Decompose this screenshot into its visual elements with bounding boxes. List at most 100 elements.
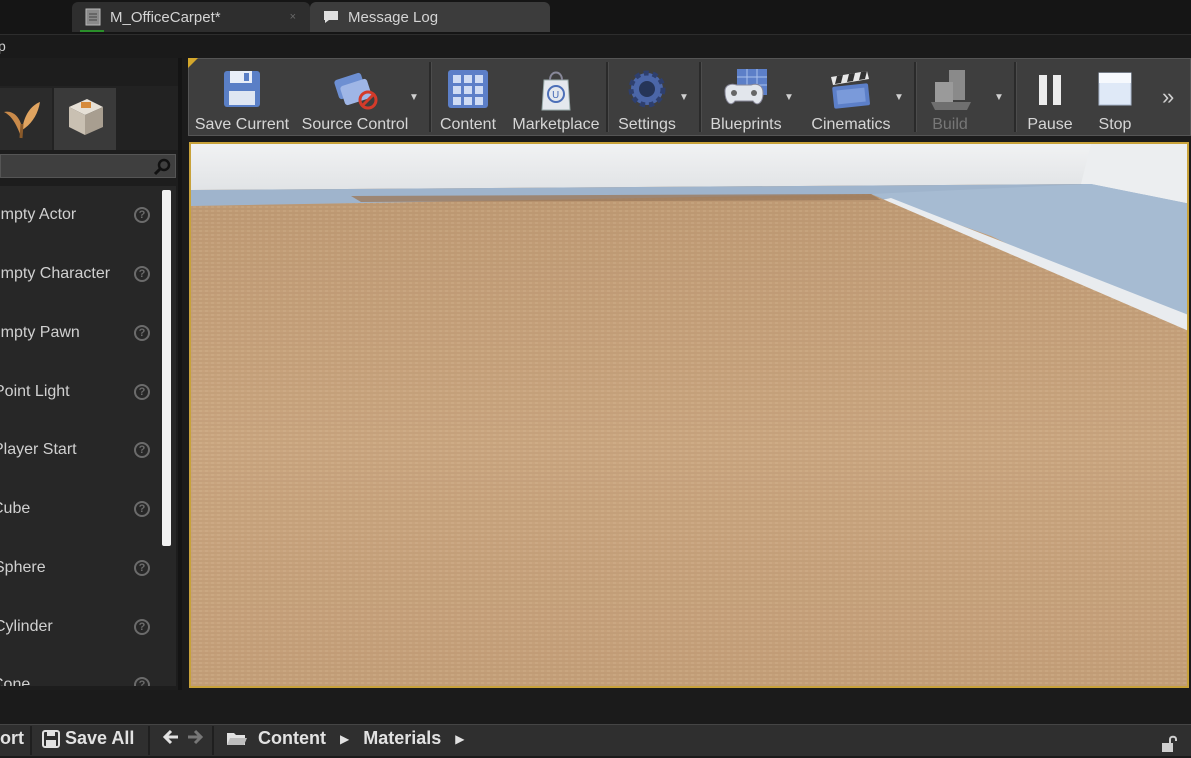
message-bubble-icon — [322, 8, 340, 26]
import-button[interactable]: ort — [0, 728, 24, 749]
toolbar-separator — [1014, 62, 1017, 132]
toolbar-label: Blueprints — [710, 116, 782, 133]
list-item[interactable]: Cylinder ? — [0, 598, 160, 656]
folder-open-icon — [226, 731, 248, 747]
build-button[interactable]: Build — [920, 60, 980, 134]
breadcrumb-materials[interactable]: Materials — [363, 728, 441, 749]
list-item[interactable]: Empty Character ? — [0, 245, 160, 303]
pause-icon — [1025, 64, 1075, 114]
help-icon[interactable]: ? — [134, 560, 150, 576]
build-dropdown-arrow[interactable]: ▼ — [994, 92, 1004, 103]
breadcrumb-content[interactable]: Content — [258, 728, 326, 749]
list-item[interactable]: Player Start ? — [0, 421, 160, 479]
foliage-mode-icon — [0, 94, 44, 145]
material-file-icon — [84, 8, 102, 26]
panel-divider[interactable] — [178, 58, 182, 690]
viewport-scene — [191, 144, 1187, 686]
toolbar-label: Cinematics — [811, 116, 891, 133]
list-item-label: Empty Actor — [0, 206, 77, 223]
build-blocks-icon — [925, 64, 975, 114]
list-item[interactable]: Empty Actor ? — [0, 186, 160, 244]
toolbar-separator — [429, 62, 432, 132]
settings-button[interactable]: Settings — [614, 60, 680, 134]
stop-button[interactable]: Stop — [1090, 60, 1140, 134]
search-icon — [153, 158, 171, 181]
list-item[interactable]: Point Light ? — [0, 363, 160, 421]
cinematics-dropdown-arrow[interactable]: ▼ — [894, 92, 904, 103]
forward-arrow-icon[interactable] — [186, 728, 204, 746]
breadcrumb: Content ▶ Materials ▶ — [226, 728, 465, 749]
menu-item-help[interactable]: p — [0, 38, 6, 54]
source-control-dropdown-arrow[interactable]: ▼ — [409, 92, 419, 103]
list-item-label: Sphere — [0, 559, 46, 576]
list-item-label: Cube — [0, 500, 31, 517]
source-control-button[interactable]: Source Control — [300, 60, 410, 134]
source-control-disabled-icon — [330, 64, 380, 114]
toolbar-separator — [914, 62, 917, 132]
save-all-button[interactable]: Save All — [42, 728, 134, 749]
active-tab-indicator — [80, 30, 104, 32]
settings-dropdown-arrow[interactable]: ▼ — [679, 92, 689, 103]
save-all-label: Save All — [65, 728, 135, 748]
save-icon — [42, 729, 60, 748]
svg-text:U: U — [552, 90, 559, 101]
toolbar-separator — [699, 62, 702, 132]
toolbar-label: Marketplace — [512, 116, 600, 133]
help-icon[interactable]: ? — [134, 677, 150, 686]
toolbar-label: Stop — [1098, 116, 1132, 133]
menu-bar: p — [0, 34, 1191, 59]
save-current-button[interactable]: Save Current — [194, 60, 290, 134]
list-item-label: Player Start — [0, 441, 77, 458]
bar-separator — [212, 726, 214, 755]
list-item-label: Empty Pawn — [0, 324, 80, 341]
list-item[interactable]: Sphere ? — [0, 539, 160, 597]
tab-material-editor[interactable]: M_OfficeCarpet* × — [72, 2, 310, 32]
help-icon[interactable]: ? — [134, 266, 150, 282]
tab-close-button[interactable]: × — [290, 11, 296, 23]
content-button[interactable]: Content — [436, 60, 500, 134]
list-item-label: Point Light — [0, 383, 70, 400]
help-icon[interactable]: ? — [134, 207, 150, 223]
list-item[interactable]: Empty Pawn ? — [0, 304, 160, 362]
marketplace-button[interactable]: U Marketplace — [508, 60, 604, 134]
toolbar-separator — [606, 62, 609, 132]
content-browser-grid-icon — [443, 64, 493, 114]
gamepad-blueprint-icon — [721, 64, 771, 114]
toolbar-label: Content — [439, 116, 497, 133]
toolbar-label: Save Current — [194, 116, 290, 133]
toolbar-label: Pause — [1027, 116, 1073, 133]
foliage-mode-button[interactable] — [0, 88, 52, 150]
list-item-label: Empty Character — [0, 265, 111, 282]
tab-label: M_OfficeCarpet* — [110, 8, 221, 26]
level-viewport[interactable] — [189, 142, 1189, 688]
bar-separator — [148, 726, 150, 755]
breadcrumb-chevron-icon[interactable]: ▶ — [455, 732, 464, 746]
geometry-cube-icon — [61, 93, 109, 146]
bar-separator — [30, 726, 32, 755]
mesh-paint-mode-button[interactable] — [54, 88, 116, 150]
clapperboard-icon — [826, 64, 876, 114]
help-icon[interactable]: ? — [134, 442, 150, 458]
help-icon[interactable]: ? — [134, 501, 150, 517]
toolbar-label: Settings — [618, 116, 676, 133]
shopping-bag-icon: U — [531, 64, 581, 114]
tab-message-log[interactable]: Message Log — [310, 2, 550, 32]
back-arrow-icon[interactable] — [162, 728, 180, 746]
toolbar-label: Source Control — [301, 116, 409, 133]
help-icon[interactable]: ? — [134, 325, 150, 341]
list-item[interactable]: Cone ? — [0, 656, 160, 686]
tab-label: Message Log — [348, 8, 439, 26]
pause-button[interactable]: Pause — [1022, 60, 1078, 134]
list-item-label: Cone — [0, 676, 31, 686]
list-scrollbar[interactable] — [162, 190, 171, 546]
help-icon[interactable]: ? — [134, 384, 150, 400]
list-item[interactable]: Cube ? — [0, 480, 160, 538]
cinematics-button[interactable]: Cinematics — [808, 60, 894, 134]
toolbar-overflow-button[interactable]: » — [1162, 84, 1174, 110]
breadcrumb-chevron-icon[interactable]: ▶ — [340, 732, 349, 746]
blueprints-button[interactable]: Blueprints — [706, 60, 786, 134]
place-search-input[interactable] — [0, 154, 176, 178]
help-icon[interactable]: ? — [134, 619, 150, 635]
stop-icon — [1090, 64, 1140, 114]
blueprints-dropdown-arrow[interactable]: ▼ — [784, 92, 794, 103]
